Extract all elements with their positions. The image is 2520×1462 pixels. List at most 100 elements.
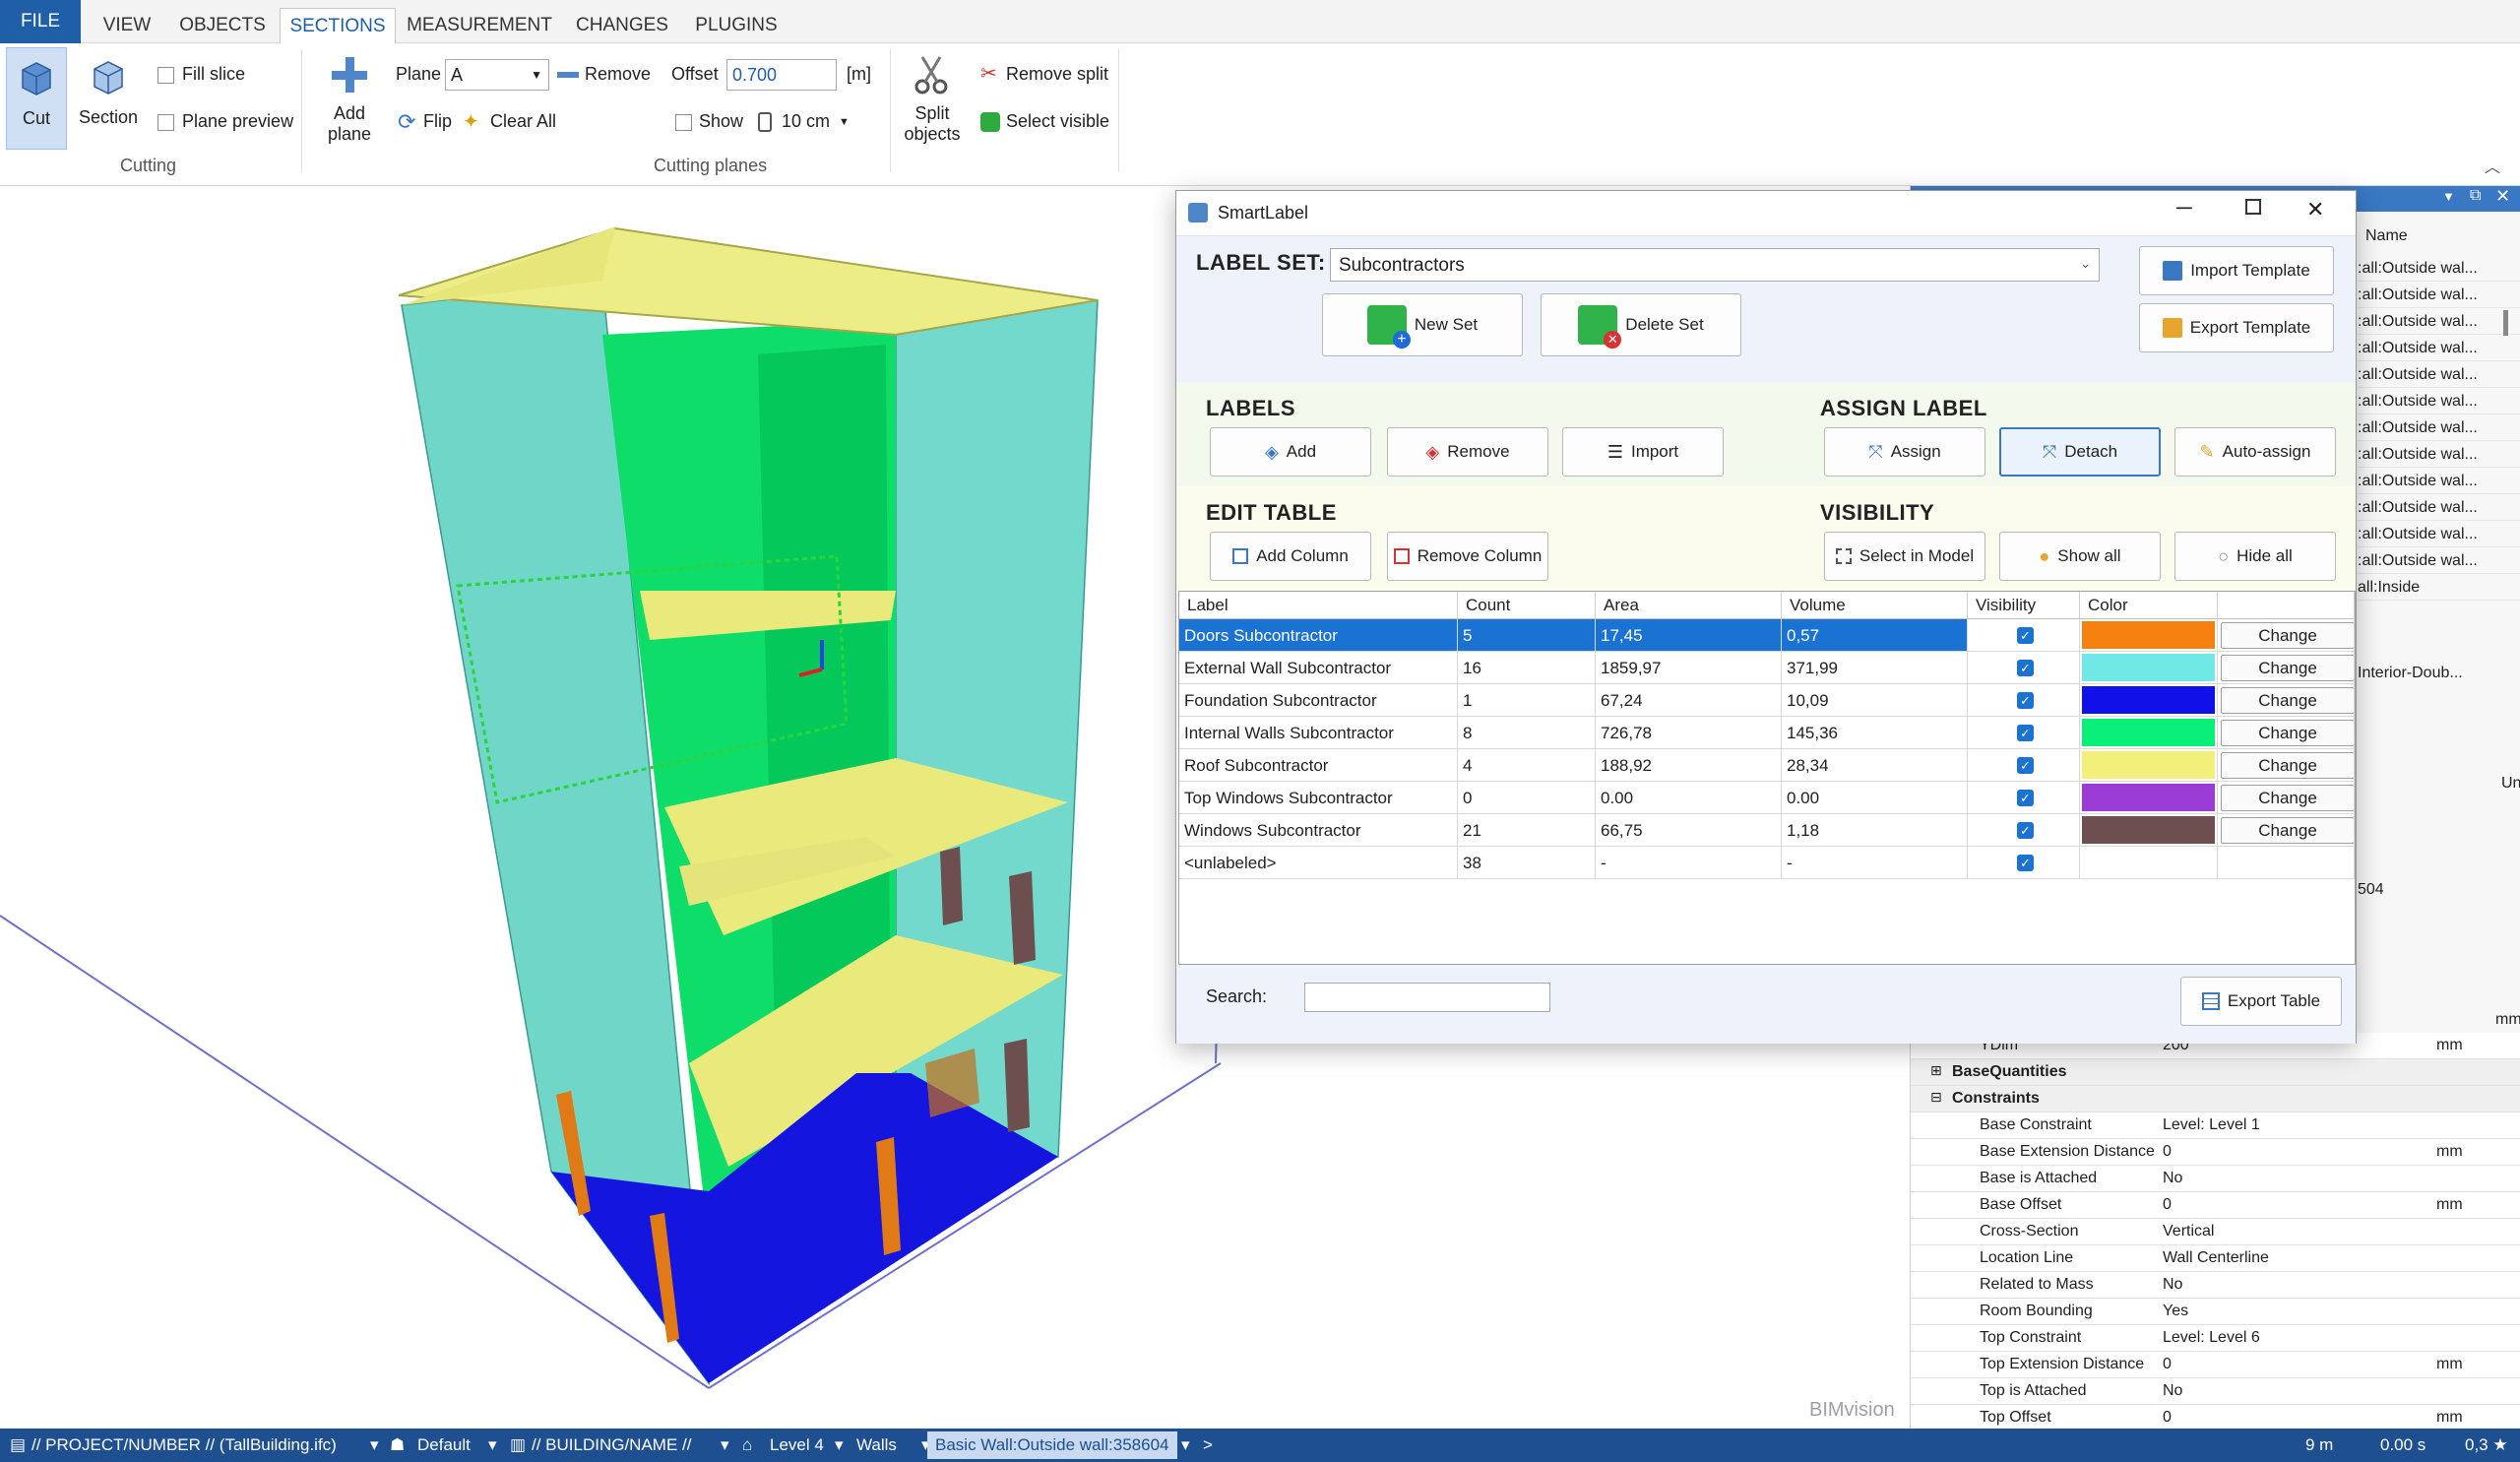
col-header-visibility[interactable]: Visibility (1968, 592, 2080, 619)
change-color-button[interactable]: Change (2221, 622, 2354, 649)
dock-list-item[interactable]: :all:Outside wal... (2358, 255, 2520, 282)
status-view[interactable]: Default (417, 1435, 471, 1455)
assign-button[interactable]: ⤧ Assign (1824, 427, 1985, 477)
change-color-button[interactable]: Change (2221, 720, 2354, 746)
select-visible-button[interactable]: Select visible (1006, 111, 1109, 132)
tab-objects[interactable]: OBJECTS (177, 8, 268, 43)
dock-list-item[interactable]: :all:Outside wal... (2358, 335, 2520, 361)
clear-all-button[interactable]: Clear All (490, 111, 556, 132)
import-template-button[interactable]: Import Template (2139, 246, 2334, 295)
search-input[interactable] (1304, 983, 1550, 1012)
table-row[interactable]: External Wall Subcontractor 16 1859,97 371,… (1179, 652, 2355, 684)
export-template-button[interactable]: Export Template (2139, 303, 2334, 352)
dock-list-item[interactable]: all:Inside (2358, 574, 2520, 601)
delete-set-button[interactable]: ✕ Delete Set (1541, 293, 1741, 356)
col-header-area[interactable]: Area (1596, 592, 1782, 619)
dock-list-item[interactable]: :all:Outside wal... (2358, 494, 2520, 521)
dock-list-item[interactable]: :all:Outside wal... (2358, 388, 2520, 414)
auto-assign-button[interactable]: ✎ Auto-assign (2174, 427, 2336, 477)
col-header-label[interactable]: Label (1179, 592, 1458, 619)
prop-row[interactable]: Location Line Wall Centerline (1911, 1245, 2520, 1272)
change-color-button[interactable]: Change (2221, 752, 2354, 779)
prop-group-basequantities[interactable]: ⊞ BaseQuantities (1911, 1059, 2520, 1086)
visibility-checkbox[interactable]: ✓ (2017, 627, 2034, 644)
status-selection[interactable]: Basic Wall:Outside wall:358604 (927, 1431, 1177, 1459)
collapse-icon[interactable]: ⊟ (1930, 1089, 1942, 1106)
select-in-model-button[interactable]: Select in Model (1824, 532, 1985, 581)
table-row[interactable]: Windows Subcontractor 21 66,75 1,18 ✓ Change (1179, 814, 2355, 847)
prop-row[interactable]: Base Constraint Level: Level 1 (1911, 1112, 2520, 1139)
split-objects-button[interactable]: Split objects (898, 47, 967, 156)
table-row[interactable]: Foundation Subcontractor 1 67,24 10,09 ✓ Chan… (1179, 684, 2355, 717)
visibility-checkbox[interactable]: ✓ (2017, 692, 2034, 709)
dock-close-icon[interactable]: ✕ (2495, 186, 2510, 207)
table-row[interactable]: Internal Walls Subcontractor 8 726,78 145,3… (1179, 717, 2355, 749)
status-more[interactable]: > (1203, 1435, 1213, 1455)
dock-list-item[interactable]: :all:Outside wal... (2358, 414, 2520, 441)
prop-row[interactable]: Top Offset 0 mm (1911, 1405, 2520, 1429)
maximize-icon[interactable] (2245, 199, 2261, 215)
change-color-button[interactable]: Change (2221, 687, 2354, 714)
visibility-checkbox[interactable]: ✓ (2017, 660, 2034, 676)
collapse-ribbon-icon[interactable]: ︿ (2485, 154, 2500, 177)
new-set-button[interactable]: + New Set (1322, 293, 1523, 356)
show-checkbox[interactable] (675, 114, 692, 131)
change-color-button[interactable]: Change (2221, 817, 2354, 844)
table-row[interactable]: Roof Subcontractor 4 188,92 28,34 ✓ Change (1179, 749, 2355, 782)
dock-scrollbar[interactable] (2503, 310, 2508, 336)
visibility-checkbox[interactable]: ✓ (2017, 822, 2034, 839)
table-row[interactable]: Top Windows Subcontractor 0 0.00 0.00 ✓ Chang… (1179, 782, 2355, 814)
dock-list-item[interactable]: :all:Outside wal... (2358, 361, 2520, 388)
dock-list-item[interactable]: :all:Outside wal... (2358, 468, 2520, 494)
expand-icon[interactable]: ⊞ (1930, 1062, 1942, 1079)
dock-float-icon[interactable]: ⧉ (2470, 187, 2481, 205)
add-label-button[interactable]: ◈ Add (1210, 427, 1371, 477)
minimize-icon[interactable]: ─ (2176, 195, 2192, 221)
prop-row[interactable]: Top Extension Distance 0 mm (1911, 1352, 2520, 1378)
step-select[interactable]: 10 cm (782, 111, 830, 132)
show-all-button[interactable]: ● Show all (1999, 532, 2161, 581)
remove-column-button[interactable]: Remove Column (1387, 532, 1548, 581)
detach-button[interactable]: ⤧ Detach (1999, 427, 2161, 477)
status-project[interactable]: // PROJECT/NUMBER // (TallBuilding.ifc) (32, 1435, 337, 1455)
prop-row[interactable]: Cross-Section Vertical (1911, 1219, 2520, 1245)
dock-list-item[interactable]: :all:Outside wal... (2358, 308, 2520, 335)
visibility-checkbox[interactable]: ✓ (2017, 757, 2034, 774)
export-table-button[interactable]: Export Table (2180, 977, 2342, 1026)
status-category[interactable]: Walls (856, 1435, 897, 1455)
col-header-volume[interactable]: Volume (1782, 592, 1968, 619)
col-header-color[interactable]: Color (2080, 592, 2218, 619)
hide-all-button[interactable]: ○ Hide all (2174, 532, 2336, 581)
change-color-button[interactable]: Change (2221, 655, 2354, 681)
remove-plane-button[interactable]: Remove (585, 64, 651, 85)
prop-row[interactable]: Base is Attached No (1911, 1166, 2520, 1192)
offset-input[interactable]: 0.700 (726, 59, 837, 91)
plane-preview-checkbox[interactable] (158, 114, 174, 131)
table-row[interactable]: <unlabeled> 38- - ✓ (1179, 847, 2355, 879)
prop-row[interactable]: Related to Mass No (1911, 1272, 2520, 1299)
prop-row[interactable]: Room Bounding Yes (1911, 1299, 2520, 1325)
tab-file[interactable]: FILE (0, 0, 81, 43)
dock-list-item[interactable]: :all:Outside wal... (2358, 521, 2520, 547)
add-column-button[interactable]: Add Column (1210, 532, 1371, 581)
plane-select[interactable]: A ▼ (445, 59, 549, 91)
change-color-button[interactable]: Change (2221, 785, 2354, 811)
tab-changes[interactable]: CHANGES (571, 8, 673, 43)
add-plane-button[interactable]: Add plane (317, 47, 382, 156)
table-row[interactable]: Doors Subcontractor 5 17,45 0,57 ✓ Change (1179, 619, 2355, 652)
dock-dropdown-icon[interactable]: ▼ (2442, 189, 2455, 204)
dock-interior-item[interactable]: Interior-Doub... (2358, 665, 2463, 682)
prop-row[interactable]: Base Offset 0 mm (1911, 1192, 2520, 1219)
status-level[interactable]: Level 4 (770, 1435, 824, 1455)
remove-split-button[interactable]: Remove split (1006, 64, 1108, 85)
label-set-select[interactable]: Subcontractors ⌄ (1330, 248, 2100, 282)
flip-button[interactable]: Flip (423, 111, 452, 132)
tab-sections[interactable]: SECTIONS (280, 8, 396, 43)
prop-row[interactable]: Base Extension Distance 0 mm (1911, 1139, 2520, 1166)
close-icon[interactable]: ✕ (2306, 197, 2324, 222)
remove-label-button[interactable]: ◈ Remove (1387, 427, 1548, 477)
tab-measurement[interactable]: MEASUREMENT (406, 8, 553, 43)
tab-view[interactable]: VIEW (94, 8, 159, 43)
cut-button[interactable]: Cut (6, 47, 67, 150)
visibility-checkbox[interactable]: ✓ (2017, 725, 2034, 741)
